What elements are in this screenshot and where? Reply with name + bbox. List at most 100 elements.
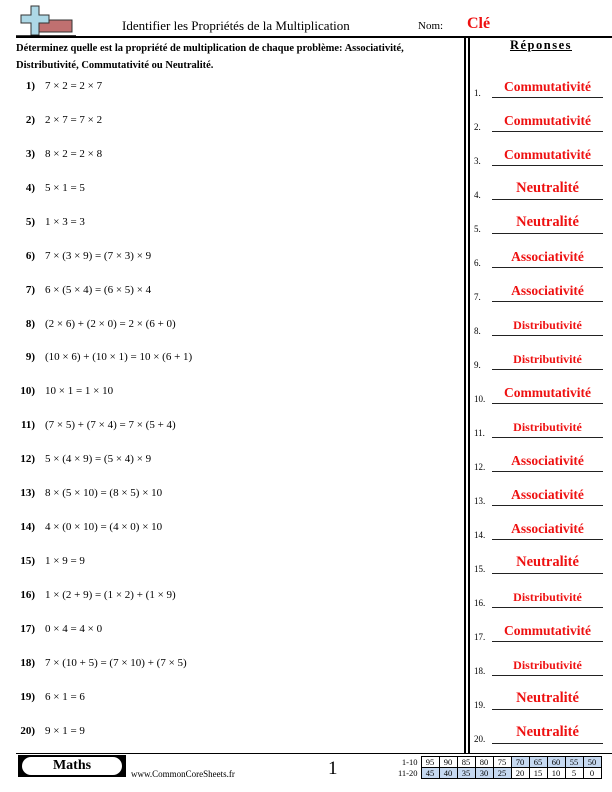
problem-item: 7) 6 × (5 × 4) = (6 × 5) × 4 [0, 284, 460, 304]
answer-line [492, 300, 603, 302]
problem-expression: 1 × (2 + 9) = (1 × 2) + (1 × 9) [45, 589, 176, 601]
answer-item: 10. Commutativité [474, 380, 612, 404]
problem-number: 16) [20, 589, 35, 601]
problem-number: 3) [25, 148, 35, 160]
answer-line [492, 674, 603, 676]
problem-item: 1) 7 × 2 = 2 × 7 [0, 80, 460, 100]
answer-line [492, 198, 603, 200]
score-cell: 70 [510, 756, 530, 768]
problem-number: 17) [20, 623, 35, 635]
answer-line [492, 130, 603, 132]
answer-number: 3. [474, 156, 481, 166]
problem-item: 15) 1 × 9 = 9 [0, 555, 460, 575]
problem-number: 5) [25, 216, 35, 228]
problem-item: 17) 0 × 4 = 4 × 0 [0, 623, 460, 643]
problem-item: 4) 5 × 1 = 5 [0, 182, 460, 202]
website-link[interactable]: www.CommonCoreSheets.fr [131, 769, 235, 779]
answer-item: 4. Neutralité [474, 176, 612, 200]
name-label: Nom: [418, 20, 444, 32]
problem-item: 12) 5 × (4 × 9) = (5 × 4) × 9 [0, 453, 460, 473]
problem-item: 10) 10 × 1 = 1 × 10 [0, 385, 460, 405]
answer-text: Distributivité [513, 352, 582, 366]
score-cell: 20 [510, 767, 530, 779]
answer-item: 2. Commutativité [474, 108, 612, 132]
answer-line [492, 640, 603, 642]
problem-item: 2) 2 × 7 = 7 × 2 [0, 114, 460, 134]
answer-text: Neutralité [516, 690, 579, 706]
answer-item: 12. Associativité [474, 448, 612, 472]
problem-number: 9) [25, 351, 35, 363]
problem-expression: 5 × (4 × 9) = (5 × 4) × 9 [45, 453, 152, 465]
answer-item: 8. Distributivité [474, 312, 612, 336]
problem-number: 10) [20, 385, 35, 397]
answer-number: 16. [474, 598, 486, 608]
column-divider [468, 37, 470, 753]
answer-text: Distributivité [513, 318, 582, 332]
problem-item: 20) 9 × 1 = 9 [0, 725, 460, 745]
score-row-label: 1-10 [401, 757, 418, 767]
answer-number: 7. [474, 292, 481, 302]
score-cell: 80 [474, 756, 494, 768]
answer-text: Associativité [511, 521, 584, 536]
answer-item: 20. Neutralité [474, 720, 612, 744]
problem-expression: 0 × 4 = 4 × 0 [45, 623, 103, 635]
problem-expression: 8 × 2 = 2 × 8 [45, 148, 103, 160]
answer-text: Distributivité [513, 590, 582, 604]
name-value: Clé [467, 15, 491, 32]
answers-heading: Réponses [470, 38, 612, 53]
problem-number: 14) [20, 521, 35, 533]
answer-text: Distributivité [513, 658, 582, 672]
score-row-label: 11-20 [398, 768, 418, 778]
problem-expression: (2 × 6) + (2 × 0) = 2 × (6 + 0) [45, 318, 176, 330]
answer-number: 5. [474, 224, 481, 234]
problem-expression: 7 × (3 × 9) = (7 × 3) × 9 [45, 250, 152, 262]
problem-number: 20) [20, 725, 35, 737]
answer-text: Neutralité [516, 214, 579, 230]
answer-line [492, 368, 603, 370]
worksheet-title: Identifier les Propriétés de la Multipli… [122, 18, 350, 33]
answer-line [492, 606, 603, 608]
answer-item: 3. Commutativité [474, 142, 612, 166]
problem-expression: 5 × 1 = 5 [45, 182, 85, 194]
answer-line [492, 402, 603, 404]
answer-number: 6. [474, 258, 481, 268]
answers-heading-text: Réponses [509, 38, 572, 52]
problem-expression: 4 × (0 × 10) = (4 × 0) × 10 [45, 521, 163, 533]
problem-item: 5) 1 × 3 = 3 [0, 216, 460, 236]
answer-text: Associativité [511, 487, 584, 502]
answer-line [492, 470, 603, 472]
problem-number: 4) [25, 182, 35, 194]
answer-line [492, 96, 603, 98]
answer-item: 17. Commutativité [474, 618, 612, 642]
column-divider [464, 37, 466, 753]
problem-expression: 9 × 1 = 9 [45, 725, 85, 737]
answer-text: Commutativité [504, 113, 591, 128]
score-cell: 10 [546, 767, 566, 779]
subject-label: Maths [22, 757, 122, 775]
answer-number: 14. [474, 530, 486, 540]
plus-and-minus-icon [16, 4, 76, 37]
score-cell: 35 [456, 767, 476, 779]
problem-item: 19) 6 × 1 = 6 [0, 691, 460, 711]
problem-number: 2) [25, 114, 35, 126]
score-cell: 95 [420, 756, 440, 768]
score-cell: 65 [528, 756, 548, 768]
score-cell: 90 [438, 756, 458, 768]
score-row: 11-20 45 40 35 30 25 20 15 10 5 0 [396, 767, 602, 779]
answer-line [492, 504, 603, 506]
answer-item: 15. Neutralité [474, 550, 612, 574]
answer-text: Neutralité [516, 554, 579, 570]
problem-expression: 6 × (5 × 4) = (6 × 5) × 4 [45, 284, 152, 296]
answer-text: Commutativité [504, 147, 591, 162]
problem-item: 8) (2 × 6) + (2 × 0) = 2 × (6 + 0) [0, 318, 460, 338]
answer-number: 1. [474, 88, 481, 98]
problem-number: 18) [20, 657, 35, 669]
score-table: 1-10 95 90 85 80 75 70 65 60 55 50 11-20 45 40 35 30 25 2… [396, 756, 602, 779]
instructions: Déterminez quelle est la propriété de mu… [16, 43, 404, 71]
answer-item: 11. Distributivité [474, 414, 612, 438]
problem-number: 19) [20, 691, 35, 703]
problem-number: 1) [25, 80, 35, 92]
page-number: 1 [328, 758, 338, 779]
problem-number: 7) [25, 284, 35, 296]
score-cell: 5 [564, 767, 584, 779]
